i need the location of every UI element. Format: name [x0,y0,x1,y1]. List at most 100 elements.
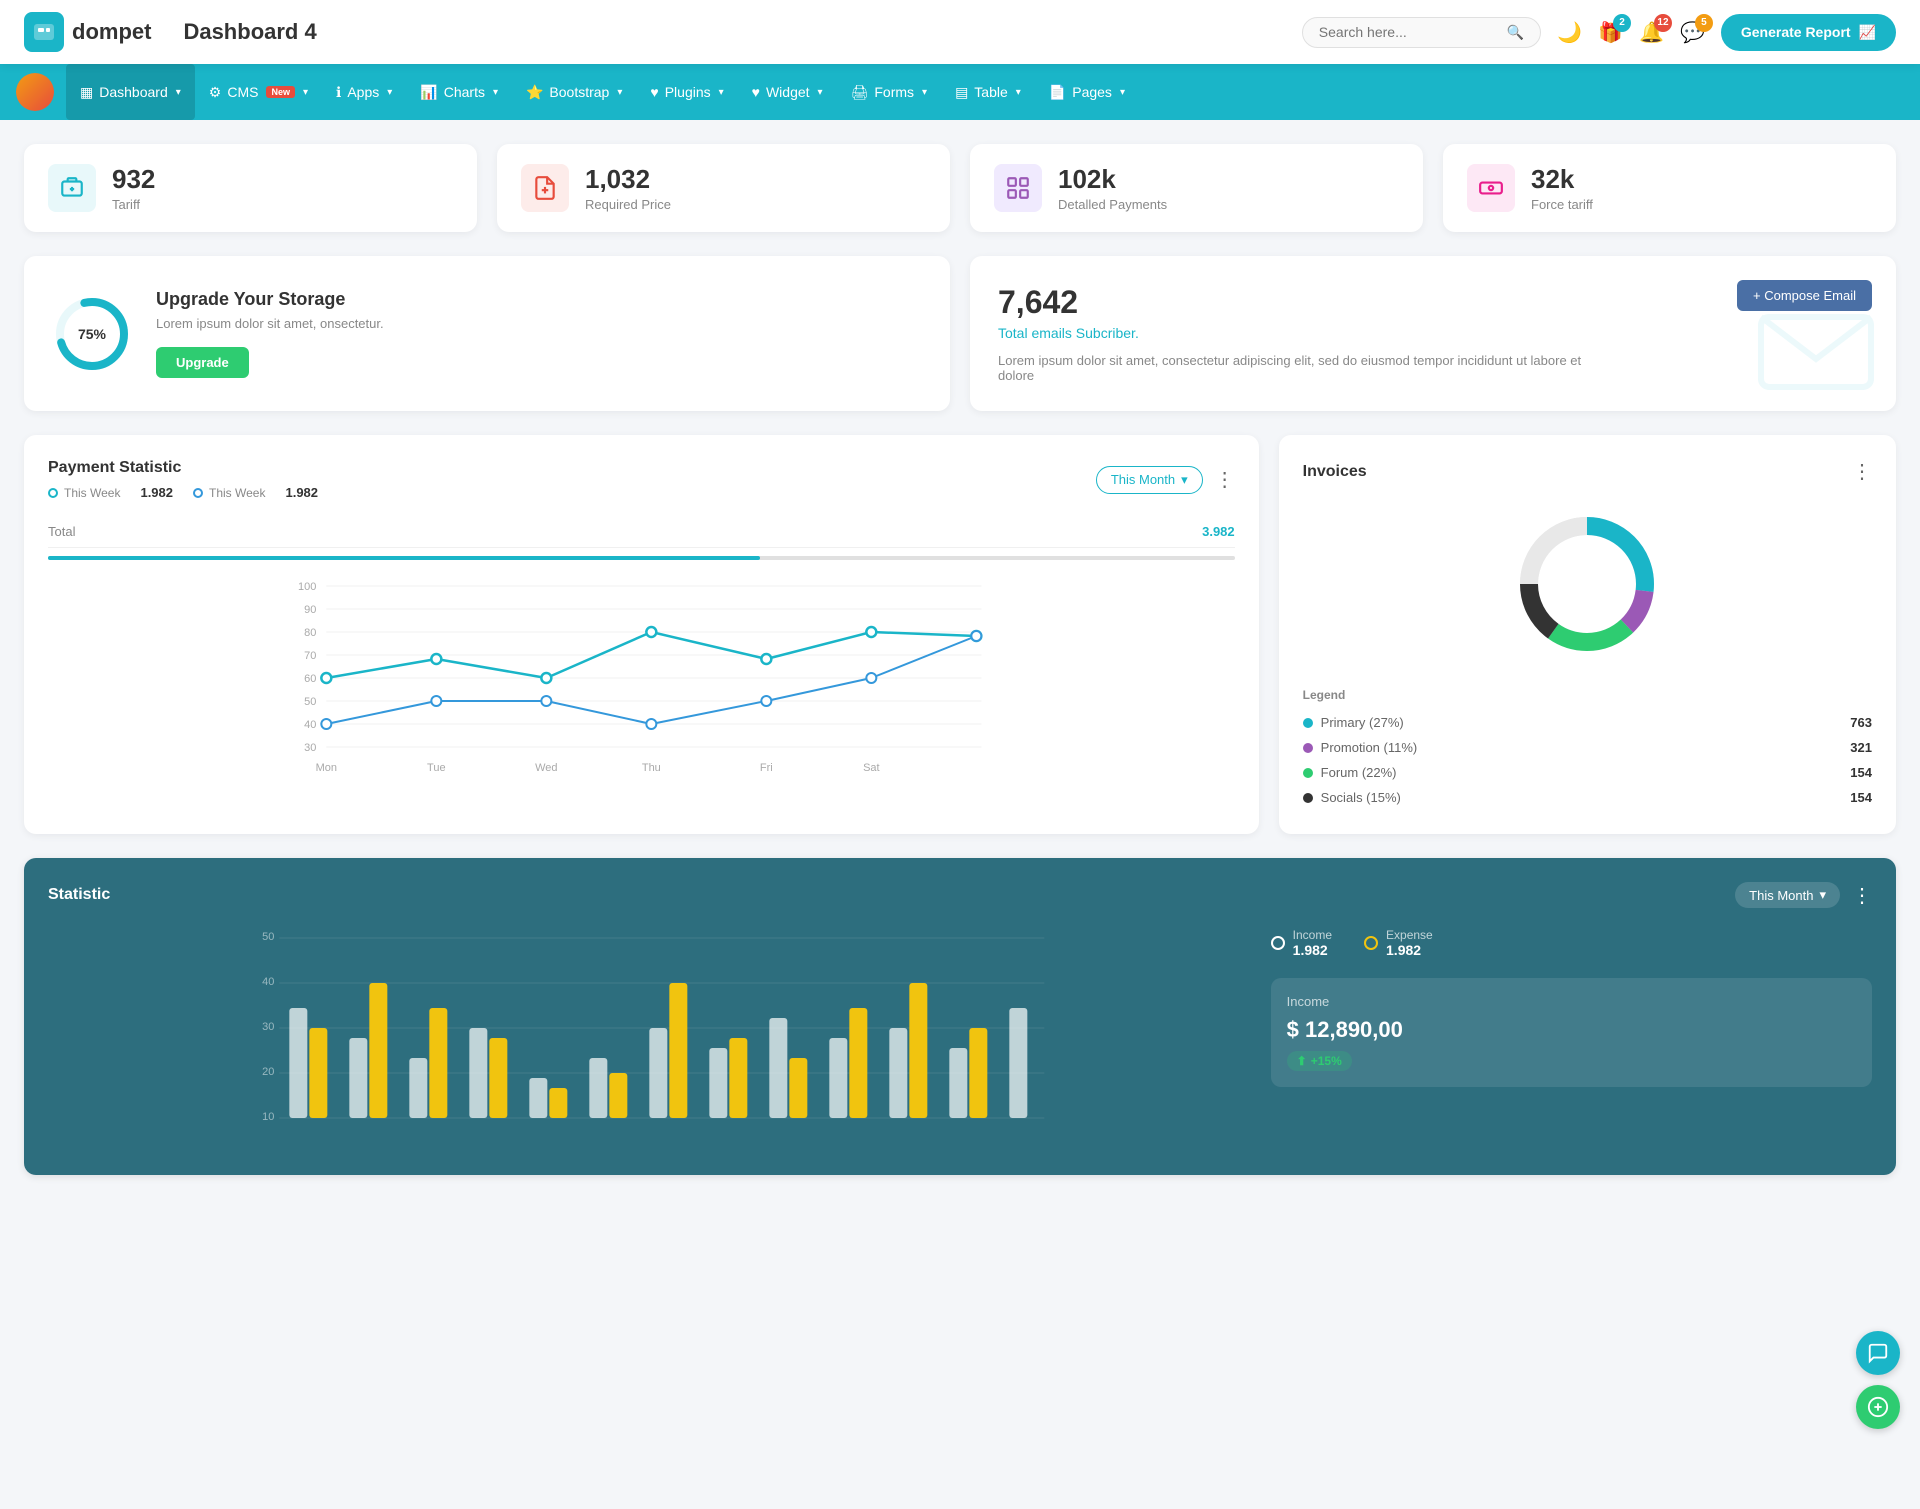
gift-badge: 2 [1613,14,1631,32]
promotion-legend-label: Promotion (11%) [1303,740,1851,755]
chart-row: Payment Statistic This Week 1.982 This W… [24,435,1896,834]
cms-new-badge: New [266,86,295,98]
table-nav-chevron: ▾ [1016,87,1021,98]
upgrade-button[interactable]: Upgrade [156,347,249,378]
action-fab[interactable] [1856,1385,1900,1429]
storage-card: 75% Upgrade Your Storage Lorem ipsum dol… [24,256,950,411]
forms-nav-label: Forms [874,84,914,100]
table-nav-label: Table [974,84,1007,100]
generate-report-label: Generate Report [1741,24,1851,40]
payment-chart-left: Payment Statistic This Week 1.982 This W… [48,459,318,500]
legend-label-2: This Week [209,486,265,500]
nav-item-forms[interactable]: 🖨 Forms ▾ [837,64,941,120]
moon-icon[interactable]: 🌙 [1557,20,1582,45]
detailed-payments-number: 102k [1058,164,1167,195]
nav-item-apps[interactable]: ℹ Apps ▾ [322,64,406,120]
storage-description: Lorem ipsum dolor sit amet, onsectetur. [156,316,384,331]
dashboard-nav-icon: ▦ [80,84,93,101]
expense-dot [1364,936,1378,950]
stat-card-detailed-payments: 102k Detalled Payments [970,144,1423,232]
stat-month-button[interactable]: This Month ▾ [1735,882,1840,908]
svg-text:Sat: Sat [863,762,880,774]
payment-chart-title: Payment Statistic [48,459,318,477]
svg-text:10: 10 [262,1111,274,1123]
storage-percent: 75% [78,326,106,342]
nav-avatar[interactable] [16,73,54,111]
logo: dompet [24,12,151,52]
force-tariff-label: Force tariff [1531,197,1593,212]
email-bg-icon [1756,306,1876,411]
storage-donut: 75% [52,294,132,374]
search-input[interactable] [1319,24,1499,40]
apps-nav-chevron: ▾ [387,87,392,98]
invoices-header: Invoices ⋮ [1303,459,1872,484]
chart-controls: This Month ▾ ⋮ [1096,466,1235,494]
forms-nav-icon: 🖨 [851,84,869,101]
detailed-payments-icon [994,164,1042,212]
stat-month-chevron: ▾ [1819,887,1826,903]
charts-nav-icon: 📊 [420,84,437,101]
invoices-card: Invoices ⋮ [1279,435,1896,834]
cms-nav-icon: ⚙ [209,84,222,101]
legend-value-1: 1.982 [140,485,173,500]
generate-report-button[interactable]: Generate Report 📈 [1721,14,1896,51]
tariff-icon [48,164,96,212]
invoices-more-button[interactable]: ⋮ [1852,459,1872,484]
chat-icon[interactable]: 💬 5 [1680,20,1705,45]
legend-label-1: This Week [64,486,120,500]
chart-total-value: 3.982 [1202,524,1235,539]
bell-icon[interactable]: 🔔 12 [1639,20,1664,45]
pages-nav-icon: 📄 [1049,84,1066,101]
income-dot [1271,936,1285,950]
svg-text:20: 20 [262,1066,274,1078]
svg-text:Tue: Tue [427,762,446,774]
bell-badge: 12 [1654,14,1672,32]
page-title: Dashboard 4 [183,19,1301,45]
middle-row: 75% Upgrade Your Storage Lorem ipsum dol… [24,256,1896,411]
svg-text:Fri: Fri [760,762,773,774]
widget-nav-chevron: ▾ [818,87,823,98]
month-select[interactable]: This Month ▾ [1096,466,1203,494]
nav-item-cms[interactable]: ⚙ CMS New ▾ [195,64,322,120]
logo-icon [24,12,64,52]
invoice-legend: Legend Primary (27%) 763 Promotion (11%)… [1303,688,1872,810]
force-tariff-number: 32k [1531,164,1593,195]
chart-progress-fill [48,556,760,560]
svg-text:80: 80 [304,627,316,639]
nav-item-table[interactable]: ▤ Table ▾ [941,64,1035,120]
stat-card-required-price: 1,032 Required Price [497,144,950,232]
forum-legend-label: Forum (22%) [1303,765,1851,780]
socials-legend-label: Socials (15%) [1303,790,1851,805]
income-trend-icon: ⬆ [1297,1054,1307,1068]
svg-text:Thu: Thu [642,762,661,774]
socials-value: 154 [1850,790,1872,805]
apps-nav-icon: ℹ [336,84,341,101]
chart-more-button[interactable]: ⋮ [1215,467,1235,492]
nav-item-widget[interactable]: ♥ Widget ▾ [738,64,837,120]
svg-text:90: 90 [304,604,316,616]
income-amount: $ 12,890,00 [1287,1017,1856,1043]
chat-badge: 5 [1695,14,1713,32]
svg-text:70: 70 [304,650,316,662]
chart-total: Total 3.982 [48,516,1235,548]
stat-side-panel: Income 1.982 Expense 1.982 Income $ [1271,928,1872,1151]
expense-info: Expense 1.982 [1386,928,1433,958]
nav-item-dashboard[interactable]: ▦ Dashboard ▾ [66,64,195,120]
nav-item-bootstrap[interactable]: ⭐ Bootstrap ▾ [512,64,636,120]
plugins-nav-icon: ♥ [650,84,658,100]
gift-icon[interactable]: 🎁 2 [1598,20,1623,45]
required-price-number: 1,032 [585,164,671,195]
forum-value: 154 [1850,765,1872,780]
search-box[interactable]: 🔍 [1302,17,1541,48]
svg-text:40: 40 [262,976,274,988]
line-chart-svg: 100 90 80 70 60 50 40 30 [48,576,1235,776]
nav-item-charts[interactable]: 📊 Charts ▾ [406,64,512,120]
statistic-more-button[interactable]: ⋮ [1852,883,1872,908]
nav-item-plugins[interactable]: ♥ Plugins ▾ [636,64,737,120]
invoice-legend-forum: Forum (22%) 154 [1303,760,1872,785]
nav-item-pages[interactable]: 📄 Pages ▾ [1035,64,1139,120]
support-fab[interactable] [1856,1331,1900,1375]
income-expense-row: Income 1.982 Expense 1.982 [1271,928,1872,958]
chart-header: Payment Statistic This Week 1.982 This W… [48,459,1235,500]
cms-nav-label: CMS [227,84,258,100]
